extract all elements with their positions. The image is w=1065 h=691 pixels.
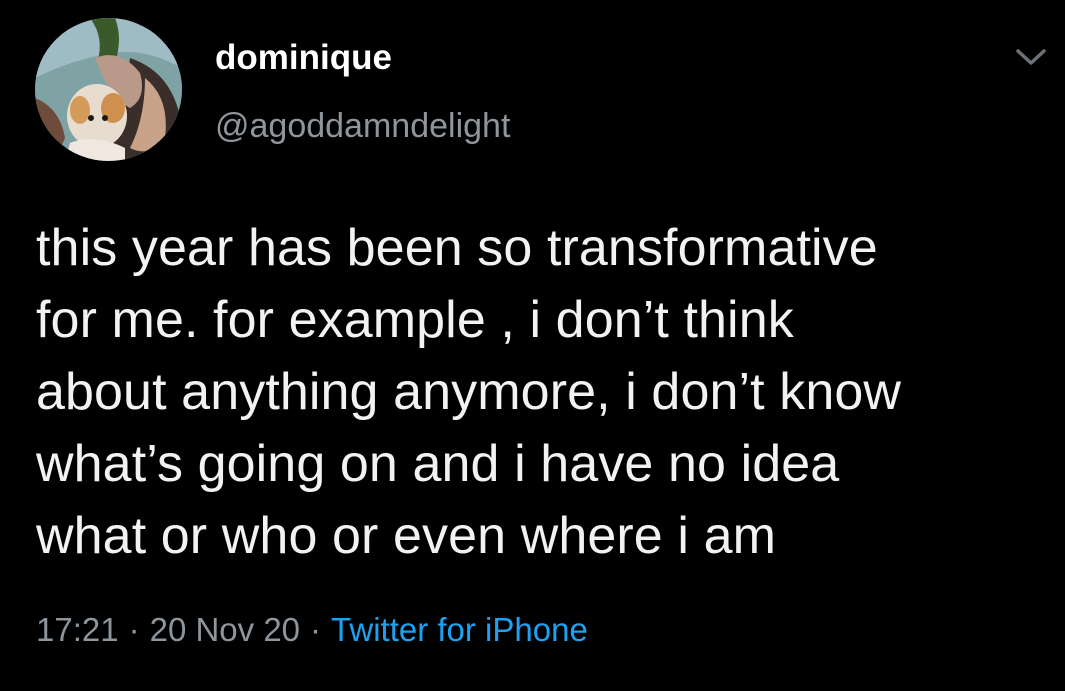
tweet-source-link[interactable]: Twitter for iPhone	[331, 611, 588, 648]
tweet-time[interactable]: 17:21	[36, 611, 119, 648]
avatar-image	[35, 18, 182, 161]
meta-separator: ·	[310, 611, 322, 648]
user-handle[interactable]: @agoddamndelight	[215, 104, 510, 148]
chevron-down-icon[interactable]	[1012, 43, 1050, 71]
tweet-text: this year has been so transformative for…	[36, 212, 1046, 572]
display-name[interactable]: dominique	[215, 36, 392, 80]
tweet-line: what or who or even where i am	[36, 507, 777, 565]
tweet-line: what’s going on and i have no idea	[36, 435, 840, 493]
tweet-line: about anything anymore, i don’t know	[36, 363, 902, 421]
tweet-card: dominique @agoddamndelight this year has…	[0, 0, 1065, 691]
tweet-line: this year has been so transformative	[36, 219, 878, 277]
tweet-meta: 17:21 · 20 Nov 20 · Twitter for iPhone	[36, 608, 588, 652]
tweet-line: for me. for example , i don’t think	[36, 291, 794, 349]
meta-separator: ·	[128, 611, 140, 648]
tweet-date[interactable]: 20 Nov 20	[150, 611, 300, 648]
avatar[interactable]	[35, 18, 182, 161]
